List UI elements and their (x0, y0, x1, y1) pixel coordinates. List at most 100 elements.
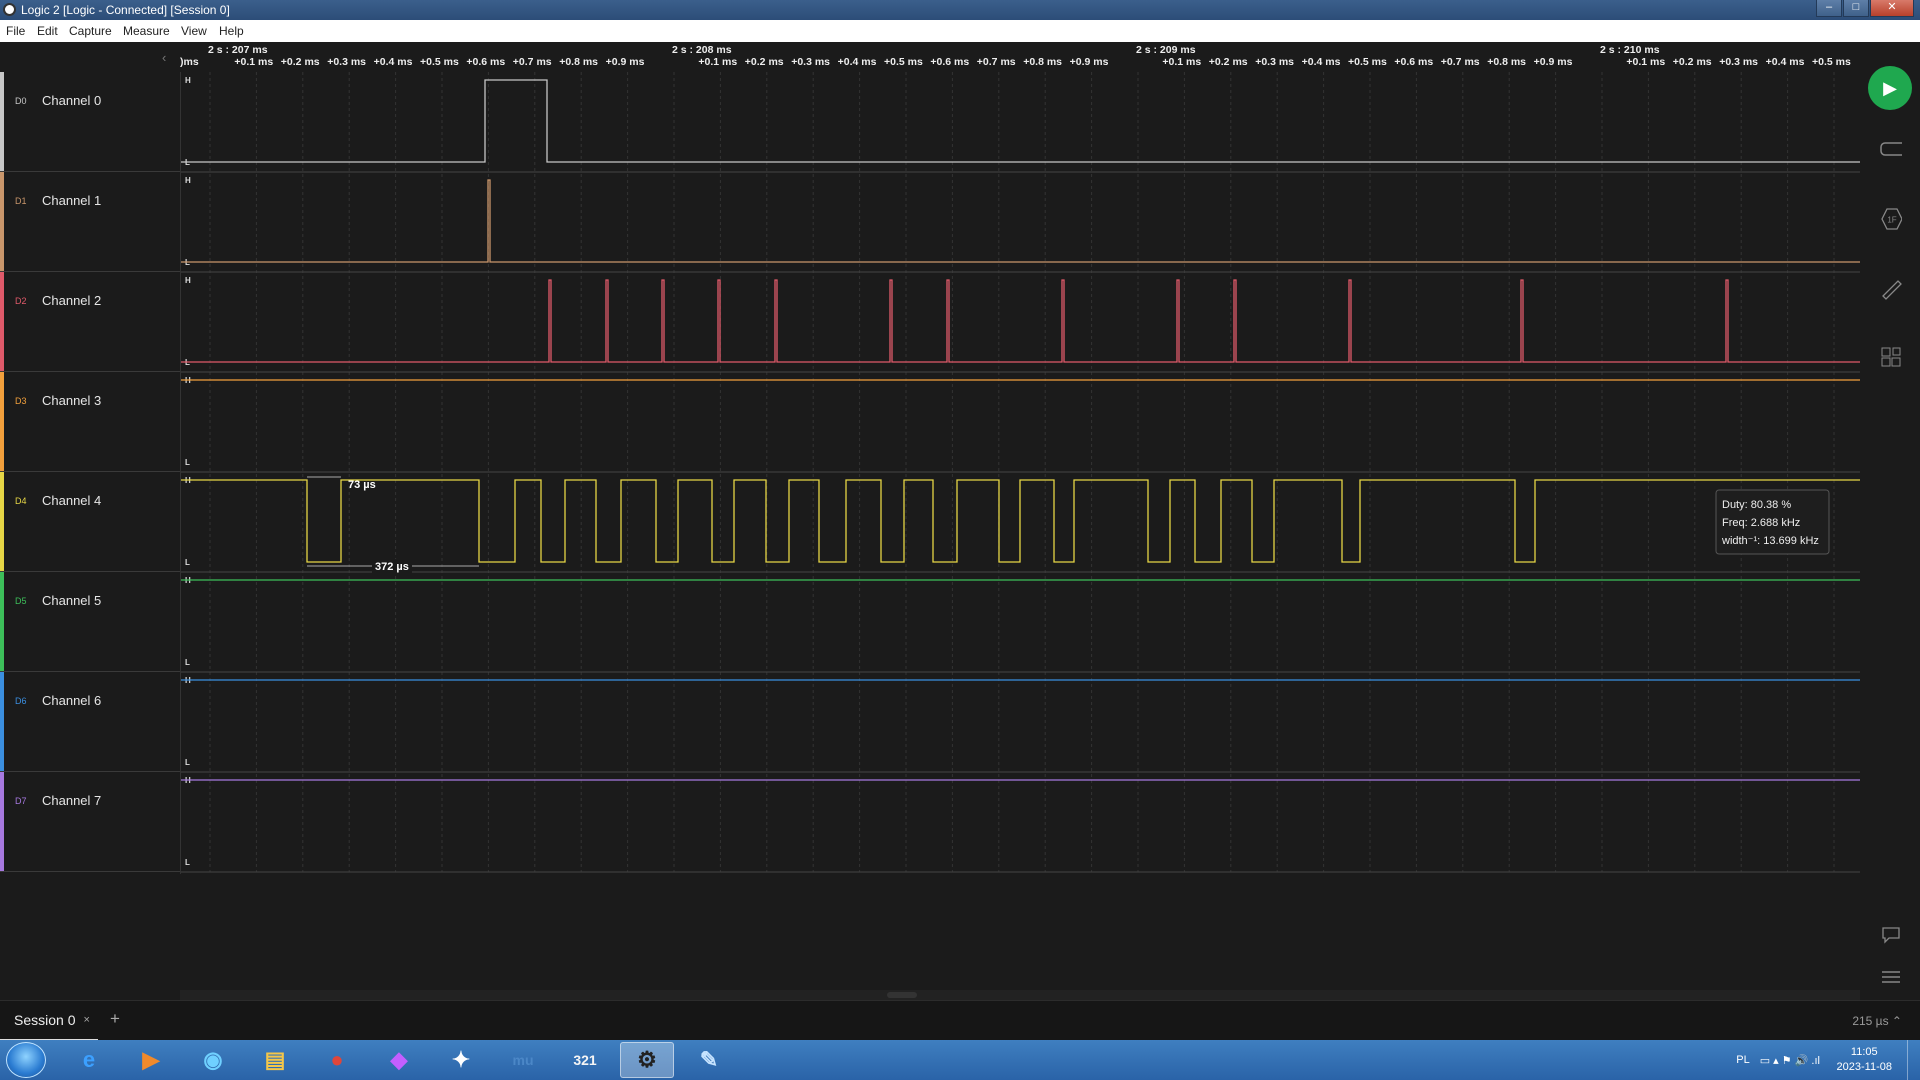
clock[interactable]: 11:05 2023-11-08 (1837, 1045, 1892, 1075)
ruler-minor-label: +0.8 ms (559, 56, 599, 68)
ruler-minor-label: +0.2 ms (1208, 56, 1248, 68)
taskbar-app-app7[interactable]: ✦ (434, 1042, 488, 1078)
channel-name[interactable]: Channel 2 (42, 293, 101, 308)
taskbar-app-mpc[interactable]: 321 (558, 1042, 612, 1078)
ruler-minor-label: +0.4 ms (837, 56, 877, 68)
channel-name[interactable]: Channel 4 (42, 493, 101, 508)
taskbar-app-chrome[interactable]: ● (310, 1042, 364, 1078)
channel-4-waveform[interactable] (181, 479, 1861, 563)
maximize-button[interactable]: □ (1843, 0, 1869, 17)
channel-color-stripe (0, 572, 4, 671)
extensions-icon[interactable] (1880, 346, 1902, 368)
ruler-minor-label: +0.6 ms (466, 56, 506, 68)
channel-row-2[interactable]: D2 Channel 2 (0, 272, 180, 372)
tray-icons[interactable]: ▭ ▴ ⚑ 🔊 .ıl (1760, 1054, 1820, 1067)
show-desktop-button[interactable] (1907, 1040, 1920, 1080)
menu-file[interactable]: File (6, 24, 25, 38)
ruler-minor-label: +0.8 ms (1023, 56, 1063, 68)
channel-color-stripe (0, 472, 4, 571)
ruler-minor-label: +0.1 ms (698, 56, 738, 68)
empty-channel-area (0, 874, 1860, 1000)
waveform-canvas[interactable]: HLHLHLHLHLHLHLHL73 µs372 µsDuty: 80.38 %… (181, 72, 1861, 874)
taskbar-app-network[interactable]: ◉ (186, 1042, 240, 1078)
channel-color-stripe (0, 372, 4, 471)
channel-name[interactable]: Channel 7 (42, 793, 101, 808)
ruler-minor-label: +0.5 ms (1348, 56, 1387, 68)
menu-bar: File Edit Capture Measure View Help (0, 20, 1920, 42)
channel-1-waveform[interactable] (181, 179, 1861, 263)
add-session-button[interactable]: + (110, 1009, 120, 1029)
ruler-minor-label: +0.7 ms (1440, 56, 1480, 68)
taskbar-app-ie[interactable]: e (62, 1042, 116, 1078)
scroll-thumb[interactable] (887, 992, 917, 998)
menu-help[interactable]: Help (219, 24, 244, 38)
channel-id: D4 (15, 496, 27, 506)
ruler-minor-label: +0.7 ms (512, 56, 552, 68)
channel-name[interactable]: Channel 0 (42, 93, 101, 108)
windows-taskbar: e ▶ ◉ ▤ ● ◆ ✦ mu 321 ⚙ ✎ PL ▭ ▴ ⚑ 🔊 .ıl 11:05 2023… (0, 1040, 1920, 1080)
ruler-minor-label: +0.3 ms (791, 56, 831, 68)
channel-row-7[interactable]: D7 Channel 7 (0, 772, 180, 872)
close-window-button[interactable]: ✕ (1870, 0, 1914, 17)
menu-measure[interactable]: Measure (123, 24, 170, 38)
menu-capture[interactable]: Capture (69, 24, 112, 38)
low-level-marker: L (185, 758, 190, 767)
channel-color-stripe (0, 172, 4, 271)
session-tab-bar: Session 0 × + 215 µs ⌃ (0, 1000, 1920, 1041)
feedback-chat-icon[interactable] (1880, 924, 1902, 946)
channel-name[interactable]: Channel 6 (42, 693, 101, 708)
channel-name[interactable]: Channel 3 (42, 393, 101, 408)
clock-date: 2023-11-08 (1836, 1061, 1892, 1073)
logic-app-icon (3, 3, 16, 16)
collapse-sidebar-chevron-icon[interactable]: ‹ (162, 50, 166, 65)
window-title: Logic 2 [Logic - Connected] [Session 0] (21, 3, 230, 17)
language-indicator[interactable]: PL (1736, 1054, 1749, 1066)
horizontal-scrollbar[interactable] (180, 990, 1860, 1000)
timing-marker-readout[interactable]: 215 µs ⌃ (1852, 1014, 1902, 1028)
channel-row-0[interactable]: D0 Channel 0 (0, 72, 180, 172)
channel-row-4[interactable]: D4 Channel 4 (0, 472, 180, 572)
channel-2-waveform[interactable] (181, 279, 1861, 363)
ruler-minor-label: +0.1 ms (234, 56, 274, 68)
tab-session-0[interactable]: Session 0 × (0, 1001, 98, 1041)
hamburger-menu-icon[interactable] (1880, 966, 1902, 988)
tab-label: Session 0 (14, 1012, 76, 1028)
minimize-button[interactable]: – (1816, 0, 1842, 17)
channel-row-5[interactable]: D5 Channel 5 (0, 572, 180, 672)
ruler-minor-label: +0.1 ms (1626, 56, 1666, 68)
low-level-marker: L (185, 858, 190, 867)
low-level-marker: L (185, 558, 190, 567)
close-tab-icon[interactable]: × (83, 1014, 89, 1026)
high-level-marker: H (185, 176, 191, 185)
channel-name[interactable]: Channel 5 (42, 593, 101, 608)
channel-row-3[interactable]: D3 Channel 3 (0, 372, 180, 472)
ruler-minor-label: +0.3 ms (1255, 56, 1295, 68)
ruler-minor-label: +0.3 ms (327, 56, 367, 68)
ruler-minor-label: +0.9 ms (1533, 56, 1573, 68)
ruler-edge-label: )ms (180, 56, 199, 68)
channel-id: D5 (15, 596, 27, 606)
taskbar-app-media-player[interactable]: ▶ (124, 1042, 178, 1078)
channel-row-1[interactable]: D1 Channel 1 (0, 172, 180, 272)
ruler-minor-label: +0.4 ms (373, 56, 413, 68)
channel-0-waveform[interactable] (181, 79, 1861, 163)
ruler-minor-label: +0.2 ms (1672, 56, 1712, 68)
measurements-ruler-icon[interactable] (1880, 278, 1902, 300)
analyzers-icon[interactable]: 1F (1880, 208, 1902, 230)
taskbar-app-app6[interactable]: ◆ (372, 1042, 426, 1078)
taskbar-app-explorer[interactable]: ▤ (248, 1042, 302, 1078)
channel-name[interactable]: Channel 1 (42, 193, 101, 208)
start-capture-button[interactable]: ▶ (1868, 66, 1912, 110)
ruler-major-label: 2 s : 207 ms (208, 44, 268, 56)
menu-edit[interactable]: Edit (37, 24, 58, 38)
device-settings-icon[interactable] (1880, 138, 1902, 160)
menu-view[interactable]: View (181, 24, 207, 38)
waveform-area[interactable]: H L H L H L H L H L H L H L H L 73 µs 372 µs Duty: 80.38 %… (180, 72, 1861, 874)
start-button[interactable] (6, 1042, 46, 1078)
channel-row-6[interactable]: D6 Channel 6 (0, 672, 180, 772)
taskbar-app-paint[interactable]: ✎ (682, 1042, 736, 1078)
taskbar-app-mu-editor[interactable]: mu (496, 1042, 550, 1078)
taskbar-app-logic[interactable]: ⚙ (620, 1042, 674, 1078)
ruler-minor-label: +0.8 ms (1487, 56, 1527, 68)
time-ruler[interactable]: )ms 2 s : 207 ms +0.1 ms +0.2 ms +0.3 ms +0.4… (180, 42, 1860, 72)
